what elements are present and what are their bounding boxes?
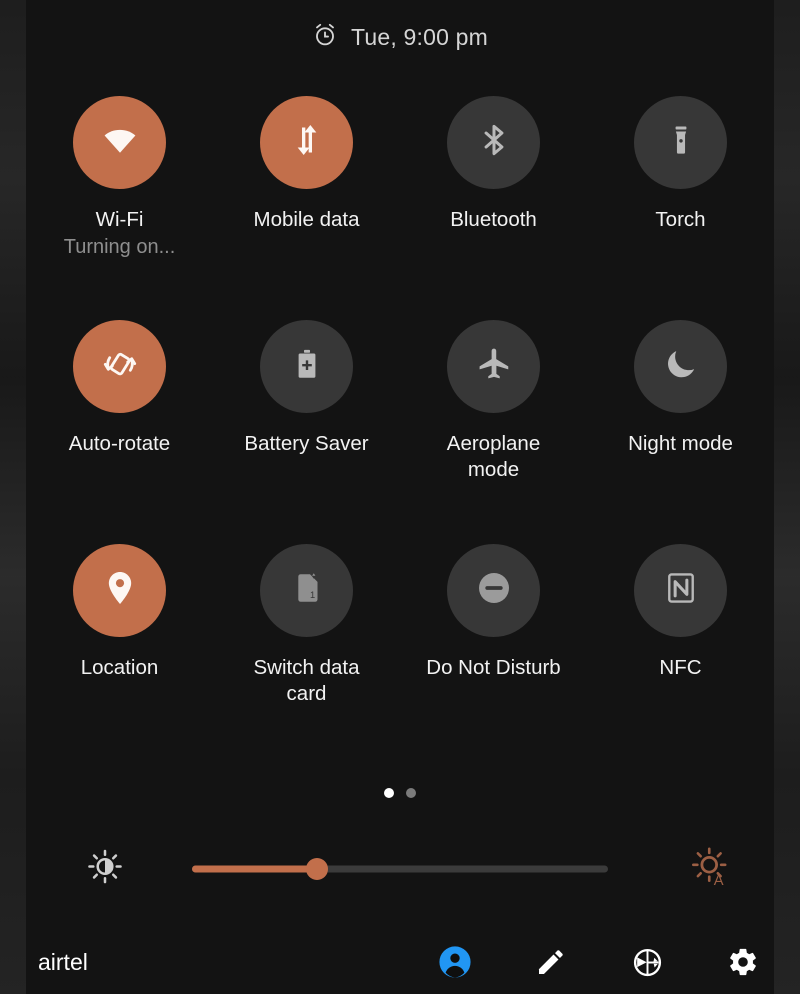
tile-night-mode-label: Night mode <box>628 432 733 455</box>
bluetooth-icon <box>475 121 513 164</box>
brightness-row: A <box>26 845 774 893</box>
tile-auto-rotate-circle[interactable] <box>73 320 166 413</box>
brightness-auto-icon[interactable]: A <box>690 846 732 893</box>
pencil-edit-icon[interactable] <box>534 945 568 979</box>
location-pin-icon <box>100 568 140 613</box>
tile-night-mode[interactable]: Night mode <box>587 312 774 536</box>
tile-torch-circle[interactable] <box>634 96 727 189</box>
tile-wifi-circle[interactable] <box>73 96 166 189</box>
gear-settings-icon[interactable] <box>726 945 760 979</box>
brightness-slider[interactable] <box>192 858 608 880</box>
tile-mobile-data-circle[interactable] <box>260 96 353 189</box>
status-header: Tue, 9:00 pm <box>26 22 774 53</box>
tile-battery-saver[interactable]: Battery Saver <box>213 312 400 536</box>
tile-auto-rotate[interactable]: Auto-rotate <box>26 312 213 536</box>
footer-bar: airtel <box>26 930 774 994</box>
tile-nfc-label: NFC <box>659 656 702 679</box>
tile-aeroplane-mode-circle[interactable] <box>447 320 540 413</box>
tile-torch[interactable]: Torch <box>587 88 774 312</box>
tile-mobile-data[interactable]: Mobile data <box>213 88 400 312</box>
tile-wifi-sublabel: Turning on... <box>63 236 176 259</box>
tile-aeroplane-mode-label: Aeroplane mode <box>446 432 541 482</box>
tile-bluetooth-circle[interactable] <box>447 96 540 189</box>
power-circle-icon[interactable] <box>630 945 664 979</box>
wifi-icon <box>99 119 141 166</box>
tile-auto-rotate-label: Auto-rotate <box>68 432 171 455</box>
user-avatar-icon[interactable] <box>438 945 472 979</box>
page-dot-1[interactable] <box>384 788 394 798</box>
tile-night-mode-circle[interactable] <box>634 320 727 413</box>
mobile-data-icon <box>287 120 327 165</box>
header-datetime: Tue, 9:00 pm <box>350 24 489 50</box>
moon-icon <box>662 345 700 388</box>
airplane-icon <box>475 345 513 388</box>
brightness-slider-fill <box>192 865 317 873</box>
footer-actions <box>438 945 760 979</box>
tile-do-not-disturb[interactable]: Do Not Disturb <box>400 536 587 760</box>
sim-card-1-icon: 1 <box>289 570 325 611</box>
page-indicator <box>26 788 774 798</box>
tile-wifi[interactable]: Wi-Fi Turning on... <box>26 88 213 312</box>
brightness-slider-thumb[interactable] <box>305 858 328 880</box>
tile-do-not-disturb-label: Do Not Disturb <box>426 656 561 679</box>
do-not-disturb-icon <box>474 568 514 613</box>
carrier-label: airtel <box>38 948 88 975</box>
tile-mobile-data-label: Mobile data <box>253 208 360 231</box>
tile-switch-data-card-label: Switch data card <box>253 656 360 706</box>
tile-location-label: Location <box>80 656 159 679</box>
tile-battery-saver-label: Battery Saver <box>244 432 369 455</box>
tile-grid: Wi-Fi Turning on... Mobile data Bluetoot… <box>26 88 774 760</box>
tile-nfc-circle[interactable] <box>634 544 727 637</box>
battery-plus-icon <box>289 346 325 387</box>
brightness-medium-icon <box>86 848 124 891</box>
page-dot-2[interactable] <box>406 788 416 798</box>
tile-location-circle[interactable] <box>73 544 166 637</box>
tile-battery-saver-circle[interactable] <box>260 320 353 413</box>
tile-switch-data-card[interactable]: 1 Switch data card <box>213 536 400 760</box>
tile-nfc[interactable]: NFC <box>587 536 774 760</box>
tile-aeroplane-mode[interactable]: Aeroplane mode <box>400 312 587 536</box>
alarm-clock-icon <box>312 22 338 53</box>
tile-bluetooth-label: Bluetooth <box>450 208 537 231</box>
tile-do-not-disturb-circle[interactable] <box>447 544 540 637</box>
svg-text:1: 1 <box>310 590 315 600</box>
nfc-icon <box>662 569 700 612</box>
svg-text:A: A <box>714 873 724 887</box>
tile-wifi-label: Wi-Fi <box>95 208 144 231</box>
tile-torch-label: Torch <box>655 208 706 231</box>
tile-switch-data-card-circle[interactable]: 1 <box>260 544 353 637</box>
tile-bluetooth[interactable]: Bluetooth <box>400 88 587 312</box>
flashlight-icon <box>663 122 699 163</box>
quick-settings-panel: Tue, 9:00 pm Wi-Fi Turning on... Mobile … <box>26 0 774 994</box>
wallpaper-edge-right <box>774 0 800 994</box>
screen-rotation-icon <box>99 343 141 390</box>
wallpaper-edge-left <box>0 0 26 994</box>
tile-location[interactable]: Location <box>26 536 213 760</box>
